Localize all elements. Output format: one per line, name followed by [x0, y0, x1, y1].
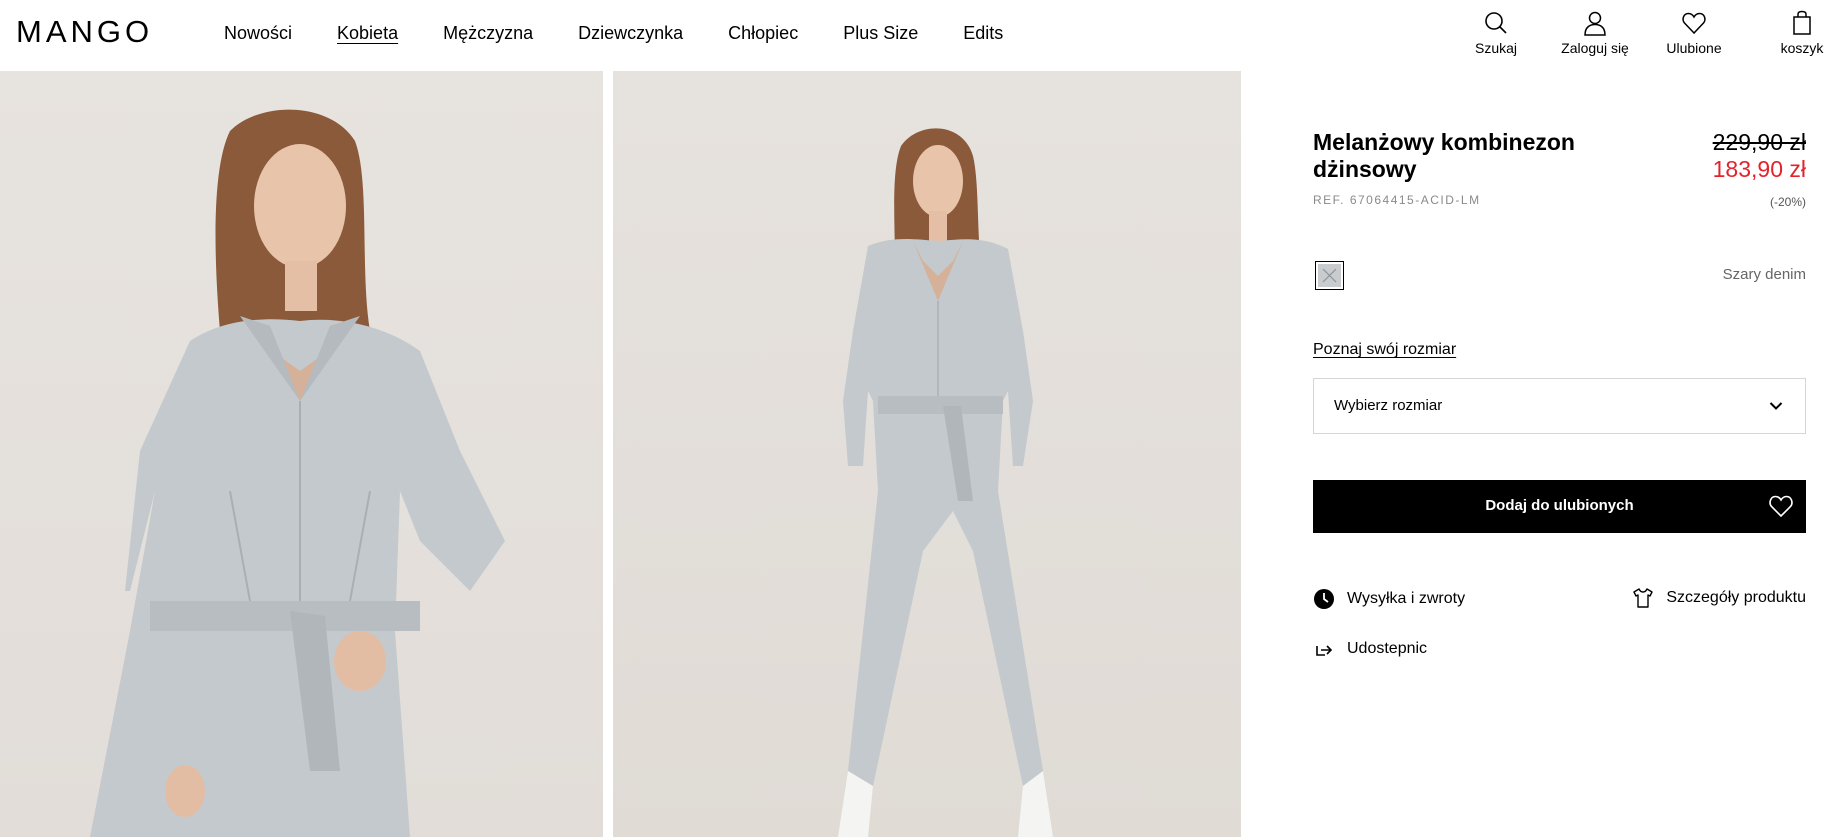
add-to-favorites-button[interactable]: Dodaj do ulubionych [1313, 480, 1806, 533]
login-label: Zaloguj się [1561, 40, 1629, 56]
product-title: Melanżowy kombinezon dżinsowy [1313, 129, 1575, 182]
cart-label: koszyk [1780, 40, 1824, 56]
main-nav: Nowości Kobieta Mężczyzna Dziewczynka Ch… [224, 22, 1048, 44]
bag-icon [1793, 10, 1811, 35]
nav-item-kobieta[interactable]: Kobieta [337, 22, 398, 44]
favorites-label: Ulubione [1666, 40, 1722, 56]
heart-icon [1682, 12, 1706, 35]
discount-badge: (-20%) [1769, 195, 1806, 209]
tshirt-icon [1633, 588, 1654, 608]
product-details-link[interactable]: Szczegóły produktu [1632, 587, 1806, 609]
search-label: Szukaj [1474, 40, 1518, 56]
product-photo-full[interactable] [613, 71, 1241, 837]
nav-item-chlopiec[interactable]: Chłopiec [728, 22, 798, 44]
share-label: Udostepnic [1347, 640, 1428, 657]
product-info-panel: Melanżowy kombinezon dżinsowy REF. 67064… [1313, 71, 1806, 837]
shipping-returns-link[interactable]: Wysyłka i zwroty [1313, 588, 1465, 610]
header-tools: Szukaj Zaloguj się Ulubione koszyk [1456, 10, 1836, 60]
model-full-image [838, 128, 1053, 837]
price-original: 229,90 zł [1712, 129, 1806, 155]
product-reference: REF. 67064415-ACID-LM [1313, 193, 1481, 207]
cart-button[interactable]: koszyk [1772, 10, 1832, 56]
search-icon [1485, 12, 1507, 34]
user-icon [1584, 11, 1606, 36]
nav-item-nowosci[interactable]: Nowości [224, 22, 292, 44]
heart-icon [1769, 495, 1793, 518]
share-link[interactable]: Udostepnic [1313, 638, 1427, 660]
product-photo-closeup[interactable] [0, 71, 603, 837]
size-select-value: Wybierz rozmiar [1334, 397, 1443, 414]
nav-item-plus-size[interactable]: Plus Size [843, 22, 918, 44]
color-swatch-grey-denim[interactable] [1315, 261, 1344, 290]
search-button[interactable]: Szukaj [1456, 10, 1536, 56]
nav-item-edits[interactable]: Edits [963, 22, 1003, 44]
clock-icon [1314, 589, 1334, 609]
mango-logo[interactable]: MANGO [16, 16, 153, 47]
chevron-down-icon [1769, 402, 1783, 410]
share-icon [1316, 645, 1333, 656]
login-button[interactable]: Zaloguj się [1545, 10, 1645, 56]
close-icon [1322, 268, 1337, 283]
color-name: Szary denim [1722, 266, 1806, 283]
shipping-returns-label: Wysyłka i zwroty [1347, 590, 1466, 607]
add-to-favorites-label: Dodaj do ulubionych [1485, 497, 1634, 514]
product-gallery [0, 71, 1241, 837]
size-guide-link[interactable]: Poznaj swój rozmiar [1313, 341, 1456, 359]
site-header: MANGO Nowości Kobieta Mężczyzna Dziewczy… [0, 0, 1836, 71]
logo-text[interactable]: MANGO [16, 16, 153, 47]
nav-item-dziewczynka[interactable]: Dziewczynka [578, 22, 683, 44]
favorites-button[interactable]: Ulubione [1654, 10, 1734, 56]
model-closeup-image [90, 109, 505, 837]
nav-item-mezczyzna[interactable]: Mężczyzna [443, 22, 533, 44]
swatch-fill [1318, 264, 1341, 287]
size-select[interactable]: Wybierz rozmiar [1313, 378, 1806, 434]
price-sale: 183,90 zł [1712, 156, 1806, 182]
product-details-label: Szczegóły produktu [1666, 589, 1806, 606]
